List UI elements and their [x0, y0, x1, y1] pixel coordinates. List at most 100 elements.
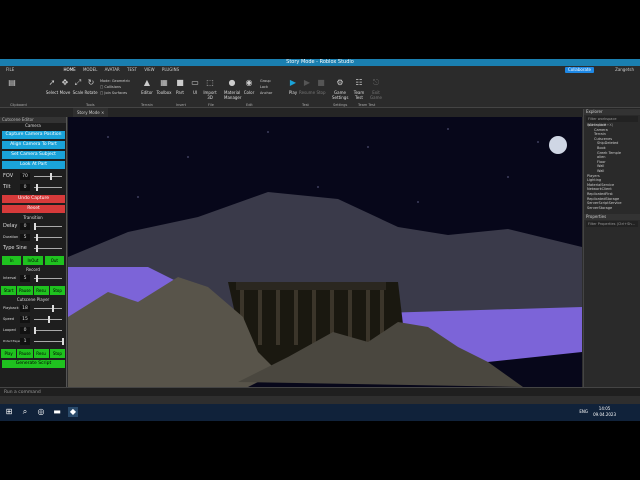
search-icon[interactable]: ⌕ — [20, 407, 30, 417]
capture-camera-button[interactable]: Capture Camera Position — [2, 131, 65, 139]
roblox-studio-icon[interactable]: ◆ — [68, 407, 78, 417]
playback-slider[interactable] — [34, 308, 62, 309]
edit-options: Group Lock Anchor — [260, 78, 272, 96]
delay-knob[interactable] — [34, 223, 36, 230]
tilt-slider[interactable] — [34, 187, 62, 188]
undo-capture-button[interactable]: Undo Capture — [2, 195, 65, 203]
game-settings-button[interactable]: ⚙ Game Settings — [332, 76, 348, 102]
duration-input[interactable]: 5 — [20, 234, 30, 241]
stop-button[interactable]: ■ Stop — [313, 76, 329, 102]
mode-options: Mode: Geometric □ Collisions □ Join Surf… — [100, 79, 131, 96]
record-stop-button[interactable]: Stop — [49, 286, 65, 295]
protect-knob[interactable] — [62, 338, 64, 345]
fov-input[interactable]: 70 — [20, 173, 30, 180]
menu-view[interactable]: VIEW — [144, 66, 154, 74]
generate-script-button[interactable]: Generate Script — [2, 360, 65, 368]
record-buttons: Start Pause Resu Stop — [0, 286, 66, 295]
fov-row: FOV 70 — [0, 171, 66, 182]
part-button[interactable]: ■ Part — [172, 76, 188, 102]
cutscene-editor-panel: Cutscene Editor Camera Capture Camera Po… — [0, 117, 67, 387]
player-resume-button[interactable]: Resu — [33, 349, 49, 358]
type-value[interactable]: Sine — [16, 245, 27, 251]
mode-select[interactable]: Geometric — [112, 79, 130, 83]
windows-taskbar: ⊞ ⌕ ◎ ▬ ◆ ENG 14:05 09.04.2023 — [0, 404, 640, 421]
interval-knob[interactable] — [36, 275, 38, 282]
playback-input[interactable]: 18 — [20, 305, 30, 312]
file-explorer-icon[interactable]: ▬ — [52, 407, 62, 417]
group-terrain: Terrain — [141, 103, 153, 107]
menu-test[interactable]: TEST — [127, 66, 137, 74]
properties-filter-input[interactable]: Filter Properties (Ctrl+Sh... — [586, 221, 638, 228]
player-stop-button[interactable]: Stop — [49, 349, 65, 358]
delay-slider[interactable] — [34, 226, 62, 227]
look-at-part-button[interactable]: Look At Part — [2, 161, 65, 169]
protect-input[interactable]: 1 — [20, 338, 30, 345]
command-bar[interactable]: Run a command — [0, 387, 640, 396]
group-settings: Settings — [333, 103, 348, 107]
player-pause-button[interactable]: Pause — [17, 349, 33, 358]
speed-knob[interactable] — [48, 316, 50, 323]
record-start-button[interactable]: Start — [1, 286, 17, 295]
group-edit: Edit — [246, 103, 253, 107]
duration-knob[interactable] — [36, 234, 38, 241]
paste-button[interactable]: ▤ — [4, 76, 20, 102]
menu-plugins[interactable]: PLUGINS — [162, 66, 179, 74]
looped-knob[interactable] — [34, 327, 36, 334]
resume-icon: ▶ — [303, 78, 311, 87]
rotate-icon: ↻ — [87, 78, 95, 87]
terrain-editor-button[interactable]: ▲ Editor — [139, 76, 155, 102]
ease-in-button[interactable]: In — [2, 256, 22, 265]
record-resume-button[interactable]: Resu — [33, 286, 49, 295]
toolbox-button[interactable]: ▦ Toolbox — [156, 76, 172, 102]
part-icon: ■ — [176, 78, 184, 87]
player-play-button[interactable]: Play — [1, 349, 17, 358]
language-indicator[interactable]: ENG — [579, 409, 588, 414]
menu-model[interactable]: MODEL — [83, 66, 97, 74]
material-manager-button[interactable]: ● Material Manager — [224, 76, 242, 102]
join-surfaces-toggle[interactable]: □ Join Surfaces — [100, 90, 130, 96]
delay-input[interactable]: 0 — [20, 223, 30, 230]
type-row: Type Sine — [0, 243, 66, 254]
align-camera-button[interactable]: Align Camera To Part — [2, 141, 65, 149]
command-input[interactable]: Run a command — [4, 390, 41, 395]
tab-story-mode[interactable]: Story Mode × — [73, 108, 109, 117]
exit-game-button[interactable]: ⎋ Exit Game — [368, 76, 384, 102]
3d-viewport[interactable] — [68, 117, 582, 387]
menu-avatar[interactable]: AVATAR — [105, 66, 120, 74]
ease-out-button[interactable]: Out — [44, 256, 64, 265]
interval-slider[interactable] — [34, 278, 62, 279]
reset-button[interactable]: Reset — [2, 205, 65, 213]
type-slider[interactable] — [34, 248, 62, 249]
explorer-filter-input[interactable]: Filter workspace (Ctrl+Shift+X) — [586, 116, 638, 127]
speed-input[interactable]: 15 — [20, 316, 30, 323]
ui-button[interactable]: ▭ UI — [187, 76, 203, 102]
import-3d-button[interactable]: ⬚ Import 3D — [202, 76, 218, 102]
record-pause-button[interactable]: Pause — [17, 286, 33, 295]
looped-slider[interactable] — [34, 330, 62, 331]
team-test-button[interactable]: ☷ Team Test — [351, 76, 367, 102]
ease-inout-button[interactable]: InOut — [23, 256, 43, 265]
type-knob[interactable] — [36, 245, 38, 252]
interval-input[interactable]: 5 — [20, 275, 30, 282]
protect-slider[interactable] — [34, 341, 62, 342]
color-icon: ◉ — [245, 78, 253, 87]
explorer-item[interactable]: ServerStorage — [584, 206, 640, 211]
duration-slider[interactable] — [34, 237, 62, 238]
system-clock[interactable]: 14:05 09.04.2023 — [593, 406, 616, 418]
set-subject-button[interactable]: Set Camera Subject — [2, 151, 65, 159]
looped-input[interactable]: 0 — [20, 327, 30, 334]
collaborate-button[interactable]: Collaborate — [564, 67, 594, 73]
rotate-tool[interactable]: ↻ Rotate — [83, 76, 99, 102]
tilt-input[interactable]: 0 — [20, 184, 30, 191]
tilt-knob[interactable] — [36, 184, 38, 191]
group-file: File — [208, 103, 214, 107]
playback-knob[interactable] — [52, 305, 54, 312]
browser-icon[interactable]: ◎ — [36, 407, 46, 417]
windows-start-icon[interactable]: ⊞ — [4, 407, 14, 417]
fov-knob[interactable] — [50, 173, 52, 180]
username[interactable]: Zangetsh — [615, 66, 634, 74]
color-button[interactable]: ◉ Color — [241, 76, 257, 102]
fov-slider[interactable] — [34, 176, 62, 177]
anchor-button[interactable]: Anchor — [260, 90, 272, 96]
menu-file[interactable]: FILE — [6, 66, 14, 74]
